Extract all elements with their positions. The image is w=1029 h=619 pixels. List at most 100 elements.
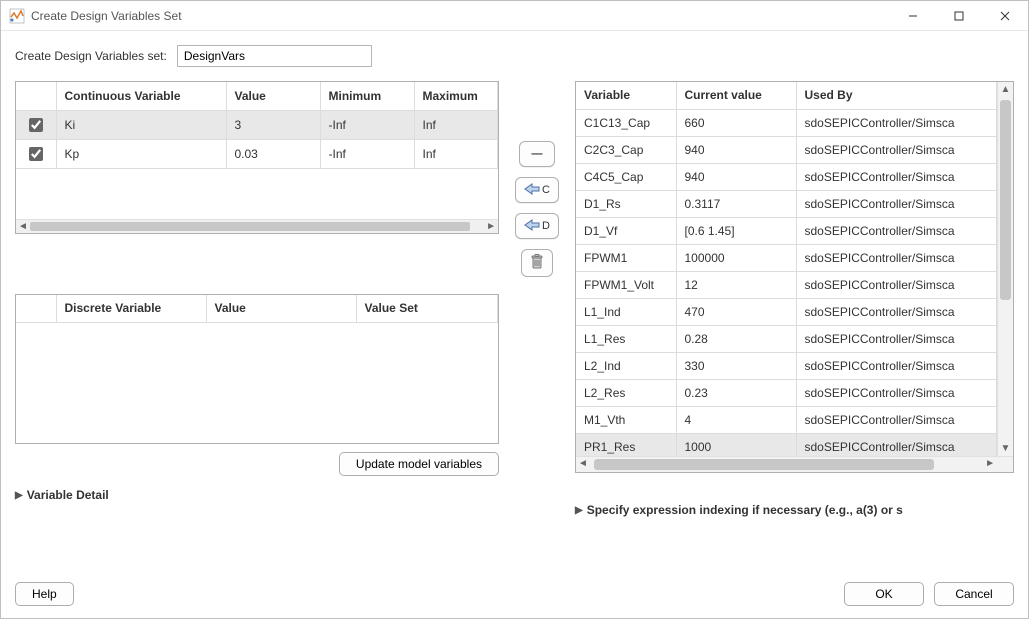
cell-current-value: 100000 (676, 244, 796, 271)
minimize-button[interactable] (890, 1, 936, 31)
cell-variable: M1_Vth (576, 406, 676, 433)
table-row[interactable]: L2_Res0.23sdoSEPICController/Simsca (576, 379, 997, 406)
cell-max: Inf (414, 110, 498, 139)
col-current-value: Current value (676, 82, 796, 109)
cell-variable: FPWM1_Volt (576, 271, 676, 298)
cell-used-by: sdoSEPICController/Simsca (796, 325, 997, 352)
cell-min: -Inf (320, 139, 414, 168)
expression-indexing-label: Specify expression indexing if necessary… (587, 503, 903, 517)
variables-table-vscroll[interactable]: ▲ ▼ (997, 82, 1013, 456)
titlebar: Create Design Variables Set (1, 1, 1028, 31)
cell-current-value: [0.6 1.45] (676, 217, 796, 244)
close-button[interactable] (982, 1, 1028, 31)
cell-variable: C1C13_Cap (576, 109, 676, 136)
table-row[interactable]: FPWM1_Volt12sdoSEPICController/Simsca (576, 271, 997, 298)
table-row[interactable]: M1_Vth4sdoSEPICController/Simsca (576, 406, 997, 433)
window-title: Create Design Variables Set (31, 9, 890, 23)
update-model-variables-button[interactable]: Update model variables (339, 452, 499, 476)
table-row[interactable]: Kp0.03-InfInf (16, 139, 498, 168)
row-checkbox[interactable] (29, 147, 43, 161)
discrete-table[interactable]: Discrete Variable Value Value Set (15, 294, 499, 445)
arrow-left-icon (524, 183, 540, 198)
cell-current-value: 1000 (676, 433, 796, 456)
cell-variable: Kp (56, 139, 226, 168)
cell-variable: L1_Ind (576, 298, 676, 325)
col-checkbox (16, 82, 56, 110)
arrow-left-icon (524, 219, 540, 234)
dialog-window: Create Design Variables Set Create Desig… (0, 0, 1029, 619)
variable-detail-label: Variable Detail (27, 488, 109, 502)
variable-detail-disclosure[interactable]: ▶ Variable Detail (15, 488, 499, 502)
cell-used-by: sdoSEPICController/Simsca (796, 352, 997, 379)
table-row[interactable]: Ki3-InfInf (16, 110, 498, 139)
set-name-label: Create Design Variables set: (15, 49, 167, 63)
table-row[interactable]: C4C5_Cap940sdoSEPICController/Simsca (576, 163, 997, 190)
row-checkbox[interactable] (29, 118, 43, 132)
maximize-button[interactable] (936, 1, 982, 31)
variables-table[interactable]: Variable Current value Used By C1C13_Cap… (575, 81, 1014, 473)
cell-used-by: sdoSEPICController/Simsca (796, 406, 997, 433)
cell-current-value: 330 (676, 352, 796, 379)
cell-value: 3 (226, 110, 320, 139)
cell-used-by: sdoSEPICController/Simsca (796, 190, 997, 217)
cell-variable: L1_Res (576, 325, 676, 352)
cell-current-value: 0.3117 (676, 190, 796, 217)
add-continuous-label: C (542, 184, 550, 196)
col-continuous-variable: Continuous Variable (56, 82, 226, 110)
table-row[interactable]: FPWM1100000sdoSEPICController/Simsca (576, 244, 997, 271)
cell-variable: C2C3_Cap (576, 136, 676, 163)
table-row[interactable]: C1C13_Cap660sdoSEPICController/Simsca (576, 109, 997, 136)
table-row[interactable]: L2_Ind330sdoSEPICController/Simsca (576, 352, 997, 379)
table-row[interactable]: L1_Res0.28sdoSEPICController/Simsca (576, 325, 997, 352)
ok-button[interactable]: OK (844, 582, 924, 606)
cell-current-value: 4 (676, 406, 796, 433)
cell-used-by: sdoSEPICController/Simsca (796, 109, 997, 136)
continuous-table-hscroll[interactable]: ◄ ► (16, 219, 498, 233)
cell-value: 0.03 (226, 139, 320, 168)
add-continuous-button[interactable]: C (515, 177, 559, 203)
set-name-input[interactable] (177, 45, 372, 67)
app-icon (9, 8, 25, 24)
cell-variable: FPWM1 (576, 244, 676, 271)
continuous-table[interactable]: Continuous Variable Value Minimum Maximu… (15, 81, 499, 234)
cell-current-value: 0.28 (676, 325, 796, 352)
col-minimum: Minimum (320, 82, 414, 110)
cell-max: Inf (414, 139, 498, 168)
col-value-set: Value Set (356, 295, 498, 323)
cell-variable: D1_Rs (576, 190, 676, 217)
add-discrete-button[interactable]: D (515, 213, 559, 239)
expression-indexing-disclosure[interactable]: ▶ Specify expression indexing if necessa… (575, 503, 1014, 517)
cell-variable: Ki (56, 110, 226, 139)
col-used-by: Used By (796, 82, 997, 109)
cell-variable: C4C5_Cap (576, 163, 676, 190)
cell-current-value: 940 (676, 136, 796, 163)
table-row[interactable]: L1_Ind470sdoSEPICController/Simsca (576, 298, 997, 325)
col-discrete-variable: Discrete Variable (56, 295, 206, 323)
cancel-button[interactable]: Cancel (934, 582, 1014, 606)
cell-used-by: sdoSEPICController/Simsca (796, 433, 997, 456)
col-variable: Variable (576, 82, 676, 109)
cell-used-by: sdoSEPICController/Simsca (796, 217, 997, 244)
trash-icon (530, 254, 544, 273)
chevron-right-icon: ▶ (15, 490, 23, 501)
variables-table-hscroll[interactable]: ◄ ► (576, 456, 1013, 472)
add-discrete-label: D (542, 220, 550, 232)
cell-used-by: sdoSEPICController/Simsca (796, 271, 997, 298)
cell-current-value: 660 (676, 109, 796, 136)
delete-button[interactable] (521, 249, 553, 277)
col-maximum: Maximum (414, 82, 498, 110)
chevron-right-icon: ▶ (575, 505, 583, 516)
cell-used-by: sdoSEPICController/Simsca (796, 244, 997, 271)
remove-variable-button[interactable]: — (519, 141, 555, 167)
col-value: Value (226, 82, 320, 110)
minus-icon: — (532, 148, 543, 160)
help-button[interactable]: Help (15, 582, 74, 606)
table-row[interactable]: C2C3_Cap940sdoSEPICController/Simsca (576, 136, 997, 163)
col-checkbox (16, 295, 56, 323)
cell-min: -Inf (320, 110, 414, 139)
table-row[interactable]: PR1_Res1000sdoSEPICController/Simsca (576, 433, 997, 456)
table-row[interactable]: D1_Rs0.3117sdoSEPICController/Simsca (576, 190, 997, 217)
cell-used-by: sdoSEPICController/Simsca (796, 136, 997, 163)
table-row[interactable]: D1_Vf[0.6 1.45]sdoSEPICController/Simsca (576, 217, 997, 244)
col-value: Value (206, 295, 356, 323)
